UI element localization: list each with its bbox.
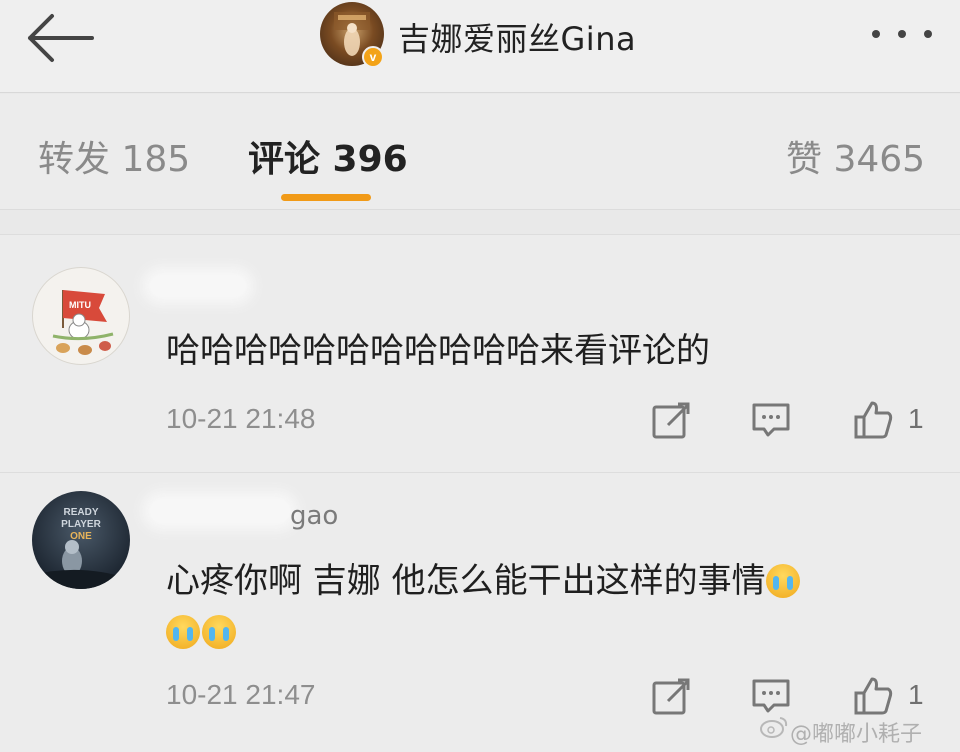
crying-emoji-icon: [202, 615, 236, 649]
repost-icon[interactable]: [650, 399, 692, 441]
comment-item: READY PLAYER ONE gao 心疼你啊 吉娜 他怎么能干出这样的事情…: [0, 472, 960, 752]
like-count: 1: [908, 403, 924, 434]
header-title[interactable]: 吉娜爱丽丝Gina: [398, 14, 636, 60]
thumbs-up-icon[interactable]: [852, 399, 894, 441]
tab-comments[interactable]: 评论 396: [248, 130, 408, 182]
comment-time: 10-21 21:48: [166, 403, 316, 434]
comment-text: 心疼你啊 吉娜 他怎么能干出这样的事情: [166, 557, 926, 605]
top-bar: v 吉娜爱丽丝Gina: [0, 0, 960, 93]
comment-time: 10-21 21:47: [166, 679, 316, 710]
username-blur: [150, 499, 290, 523]
commenter-avatar[interactable]: MITU: [32, 267, 130, 365]
comment-text: 哈哈哈哈哈哈哈哈哈哈哈来看评论的: [166, 331, 710, 371]
active-tab-indicator: [281, 194, 371, 201]
username-blur: [150, 275, 246, 297]
commenter-name[interactable]: gao: [290, 501, 338, 531]
like-count: 1: [908, 679, 924, 710]
avatar-ready-text: READY: [63, 507, 98, 518]
reply-icon[interactable]: [750, 399, 792, 441]
reply-icon[interactable]: [750, 675, 792, 717]
tab-reposts[interactable]: 转发 185: [38, 130, 190, 182]
comment-item: MITU 哈哈哈哈哈哈哈哈哈哈哈来看评论的 10-21 21:48 1: [0, 234, 960, 472]
commenter-avatar[interactable]: READY PLAYER ONE: [32, 491, 130, 589]
avatar-flag-text: MITU: [69, 300, 91, 310]
emoji-row: [166, 615, 238, 655]
tab-bar: 转发 185 评论 396 赞 3465: [0, 94, 960, 210]
more-options-icon[interactable]: [868, 26, 938, 46]
back-arrow-icon[interactable]: [22, 10, 98, 66]
thumbs-up-icon[interactable]: [852, 675, 894, 717]
comment-text-content: 心疼你啊 吉娜 他怎么能干出这样的事情: [166, 561, 766, 601]
verified-badge-icon: v: [362, 46, 384, 68]
crying-emoji-icon: [166, 615, 200, 649]
weibo-logo-icon: [760, 716, 788, 738]
tab-likes[interactable]: 赞 3465: [786, 130, 925, 182]
repost-icon[interactable]: [650, 675, 692, 717]
watermark-text: @嘟嘟小耗子: [790, 722, 923, 747]
avatar-player-text: PLAYER: [61, 519, 101, 530]
crying-emoji-icon: [765, 564, 800, 598]
